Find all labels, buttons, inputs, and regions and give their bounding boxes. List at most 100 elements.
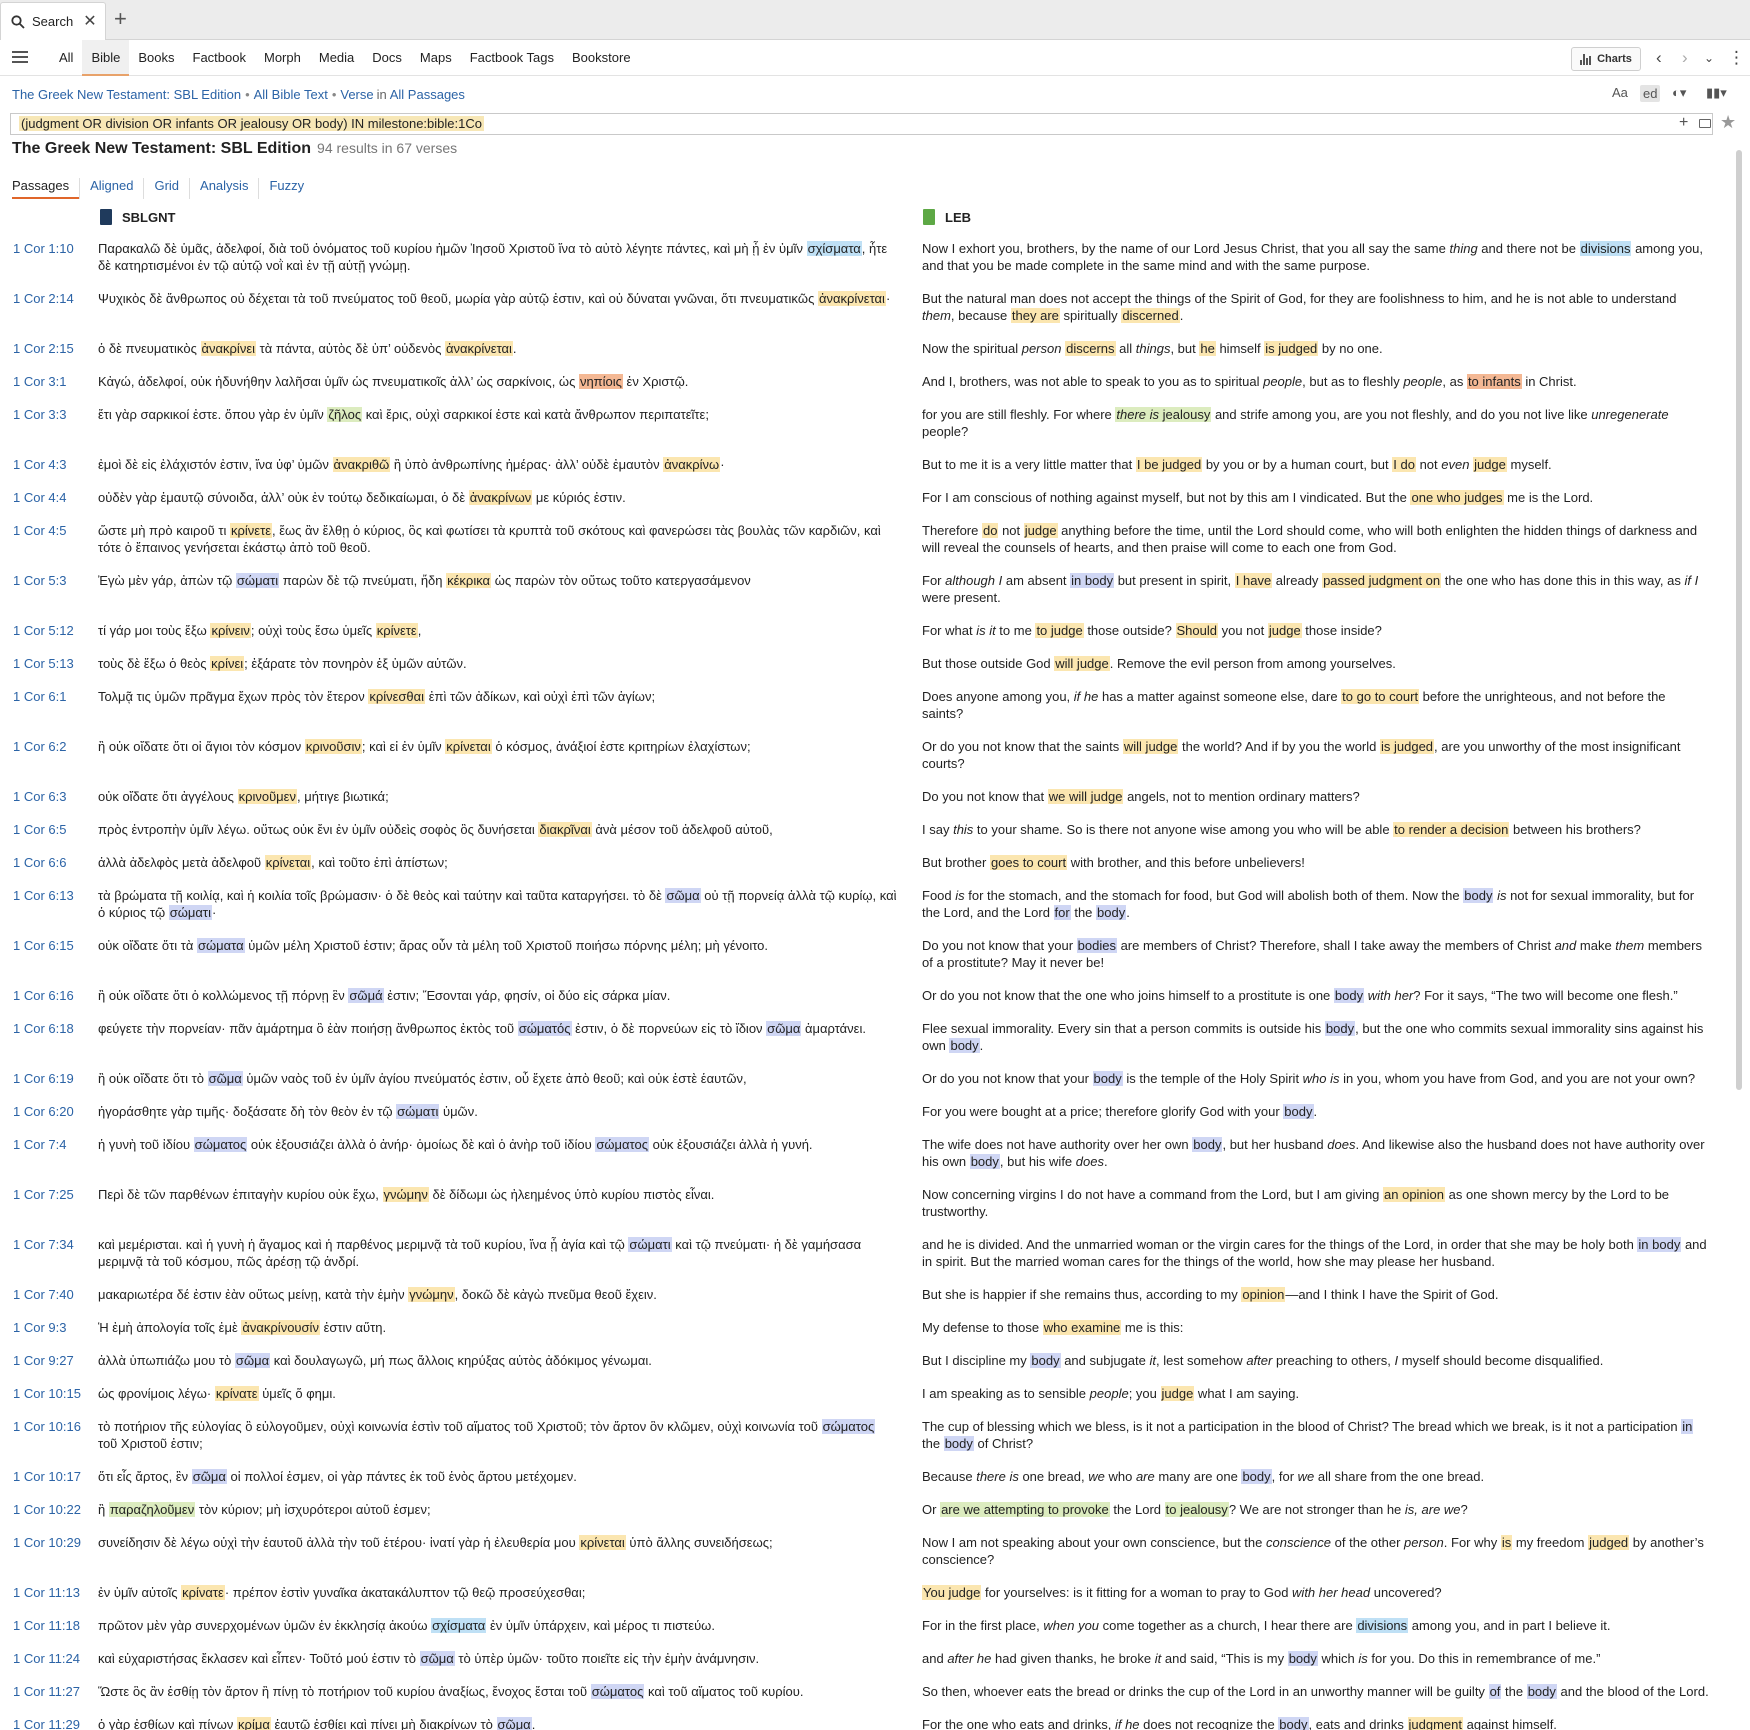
search-hit[interactable]: judged <box>1588 1535 1630 1550</box>
search-hit[interactable]: κρίνειν <box>210 623 251 638</box>
search-hit[interactable]: σώματος <box>590 1684 645 1699</box>
search-hit[interactable]: to judge <box>1035 623 1084 638</box>
verse-reference-link[interactable]: 1 Cor 6:20 <box>0 1103 98 1120</box>
search-hit[interactable]: κρίνεται <box>445 739 492 754</box>
search-hit[interactable]: σώματι <box>628 1237 672 1252</box>
search-hit[interactable]: Should <box>1175 623 1218 638</box>
verse-reference-link[interactable]: 1 Cor 11:29 <box>0 1716 98 1730</box>
search-hit[interactable]: I do <box>1392 457 1416 472</box>
search-hit[interactable]: παραζηλοῦμεν <box>108 1502 196 1517</box>
scrollbar[interactable] <box>1736 150 1742 1090</box>
nav-item-books[interactable]: Books <box>129 40 183 76</box>
search-hit[interactable]: judge <box>1473 457 1507 472</box>
search-hit[interactable]: ἀνακρίνεται <box>817 291 886 306</box>
verse-reference-link[interactable]: 1 Cor 11:18 <box>0 1617 98 1634</box>
search-hit[interactable]: divisions <box>1356 1618 1409 1633</box>
search-hit[interactable]: σχίσματα <box>806 241 862 256</box>
search-hit[interactable]: are we attempting to provoke <box>940 1502 1110 1517</box>
verse-reference-link[interactable]: 1 Cor 6:2 <box>0 738 98 772</box>
search-hit[interactable]: we will judge <box>1047 789 1124 804</box>
search-hit[interactable]: ζῆλος <box>327 407 363 422</box>
search-hit[interactable]: divisions <box>1579 241 1632 256</box>
verse-reference-link[interactable]: 1 Cor 5:13 <box>0 655 98 672</box>
verse-reference-link[interactable]: 1 Cor 6:16 <box>0 987 98 1004</box>
forward-icon[interactable]: › <box>1682 49 1688 66</box>
nav-item-docs[interactable]: Docs <box>363 40 411 76</box>
verse-reference-link[interactable]: 1 Cor 6:6 <box>0 854 98 871</box>
nav-item-all[interactable]: All <box>50 40 82 76</box>
verse-reference-link[interactable]: 1 Cor 10:22 <box>0 1501 98 1518</box>
search-hit[interactable]: νηπίοις <box>578 374 623 389</box>
unit-link[interactable]: Verse <box>340 87 373 102</box>
verse-reference-link[interactable]: 1 Cor 11:24 <box>0 1650 98 1667</box>
search-hit[interactable]: is judged <box>1264 341 1319 356</box>
verse-reference-link[interactable]: 1 Cor 6:15 <box>0 937 98 971</box>
menu-icon[interactable] <box>12 51 28 63</box>
history-dropdown-icon[interactable]: ⌄ <box>1704 52 1714 64</box>
search-hit[interactable]: σώματος <box>821 1419 876 1434</box>
search-hit[interactable]: to jealousy <box>1164 1502 1229 1517</box>
search-hit[interactable]: σώματι <box>396 1104 440 1119</box>
verse-reference-link[interactable]: 1 Cor 7:4 <box>0 1136 98 1170</box>
nav-item-maps[interactable]: Maps <box>411 40 461 76</box>
verse-reference-link[interactable]: 1 Cor 10:16 <box>0 1418 98 1452</box>
right-column-label[interactable]: LEB <box>945 210 971 225</box>
search-hit[interactable]: body <box>1526 1684 1557 1699</box>
range-link[interactable]: All Passages <box>390 87 465 102</box>
search-hit[interactable]: to render a decision <box>1393 822 1510 837</box>
search-hit[interactable]: ἀνακρίνω <box>663 457 721 472</box>
search-hit[interactable]: body <box>1030 1353 1061 1368</box>
search-hit[interactable]: in <box>1681 1419 1694 1434</box>
search-hit[interactable]: ἀνακρίνεται <box>444 341 513 356</box>
search-query[interactable]: (judgment OR division OR infants OR jeal… <box>19 116 484 131</box>
font-size-icon[interactable]: Aa <box>1612 85 1628 100</box>
scope-link[interactable]: All Bible Text <box>254 87 328 102</box>
search-hit[interactable]: γνώμην <box>408 1287 455 1302</box>
search-hit[interactable]: σῶμα <box>207 1071 243 1086</box>
verse-reference-link[interactable]: 1 Cor 4:3 <box>0 456 98 473</box>
search-hit[interactable]: σῶμα <box>496 1717 532 1730</box>
search-hit[interactable]: body <box>969 1154 1000 1169</box>
tab-analysis[interactable]: Analysis <box>189 178 258 199</box>
search-hit[interactable]: κρίμα <box>237 1717 271 1730</box>
nav-item-media[interactable]: Media <box>310 40 363 76</box>
verse-reference-link[interactable]: 1 Cor 4:4 <box>0 489 98 506</box>
search-hit[interactable]: to go to court <box>1341 689 1420 704</box>
search-hit[interactable]: judge <box>1023 523 1058 538</box>
nav-item-factbook[interactable]: Factbook <box>184 40 255 76</box>
search-hit[interactable]: διακρῖναι <box>538 822 592 837</box>
search-hit[interactable]: κρίνει <box>210 656 245 671</box>
search-hit[interactable]: there is jealousy <box>1115 407 1212 422</box>
search-hit[interactable]: σῶμα <box>191 1469 227 1484</box>
search-hit[interactable]: body <box>949 1038 980 1053</box>
tab-fuzzy[interactable]: Fuzzy <box>258 178 314 199</box>
search-hit[interactable]: κρίνετε <box>375 623 418 638</box>
search-tab[interactable]: Search ✕ <box>0 2 106 40</box>
verse-reference-link[interactable]: 1 Cor 6:19 <box>0 1070 98 1087</box>
search-hit[interactable]: σώματι <box>235 573 280 588</box>
verse-reference-link[interactable]: 1 Cor 9:27 <box>0 1352 98 1369</box>
close-icon[interactable]: ✕ <box>83 13 96 30</box>
search-hit[interactable]: γνώμην <box>382 1187 429 1202</box>
search-hit[interactable]: κρίνατε <box>214 1386 259 1401</box>
keyboard-icon[interactable] <box>1699 119 1711 128</box>
verse-reference-link[interactable]: 1 Cor 7:34 <box>0 1236 98 1270</box>
search-hit[interactable]: σῶμα <box>665 888 701 903</box>
search-hit[interactable]: ἀνακρίνων <box>468 490 533 505</box>
search-hit[interactable]: κρινοῦσιν <box>304 739 362 754</box>
search-hit[interactable]: You judge <box>922 1585 982 1600</box>
search-hit[interactable]: discerned <box>1121 308 1180 323</box>
back-icon[interactable]: ‹ <box>1656 49 1662 66</box>
verse-reference-link[interactable]: 1 Cor 3:3 <box>0 406 98 440</box>
search-hit[interactable]: σώματα <box>197 938 245 953</box>
search-hit[interactable]: he <box>1199 341 1216 356</box>
verse-reference-link[interactable]: 1 Cor 10:15 <box>0 1385 98 1402</box>
search-hit[interactable]: in body <box>1070 573 1115 588</box>
search-hit[interactable]: body <box>1278 1717 1309 1730</box>
search-hit[interactable]: ἀνακριθῶ <box>332 457 391 472</box>
search-hit[interactable]: ἀνακρίνουσίν <box>241 1320 320 1335</box>
search-hit[interactable]: κρίνετε <box>229 523 272 538</box>
search-hit[interactable]: body <box>1192 1137 1223 1152</box>
verse-reference-link[interactable]: 1 Cor 4:5 <box>0 522 98 556</box>
search-hit[interactable]: an opinion <box>1383 1187 1446 1202</box>
